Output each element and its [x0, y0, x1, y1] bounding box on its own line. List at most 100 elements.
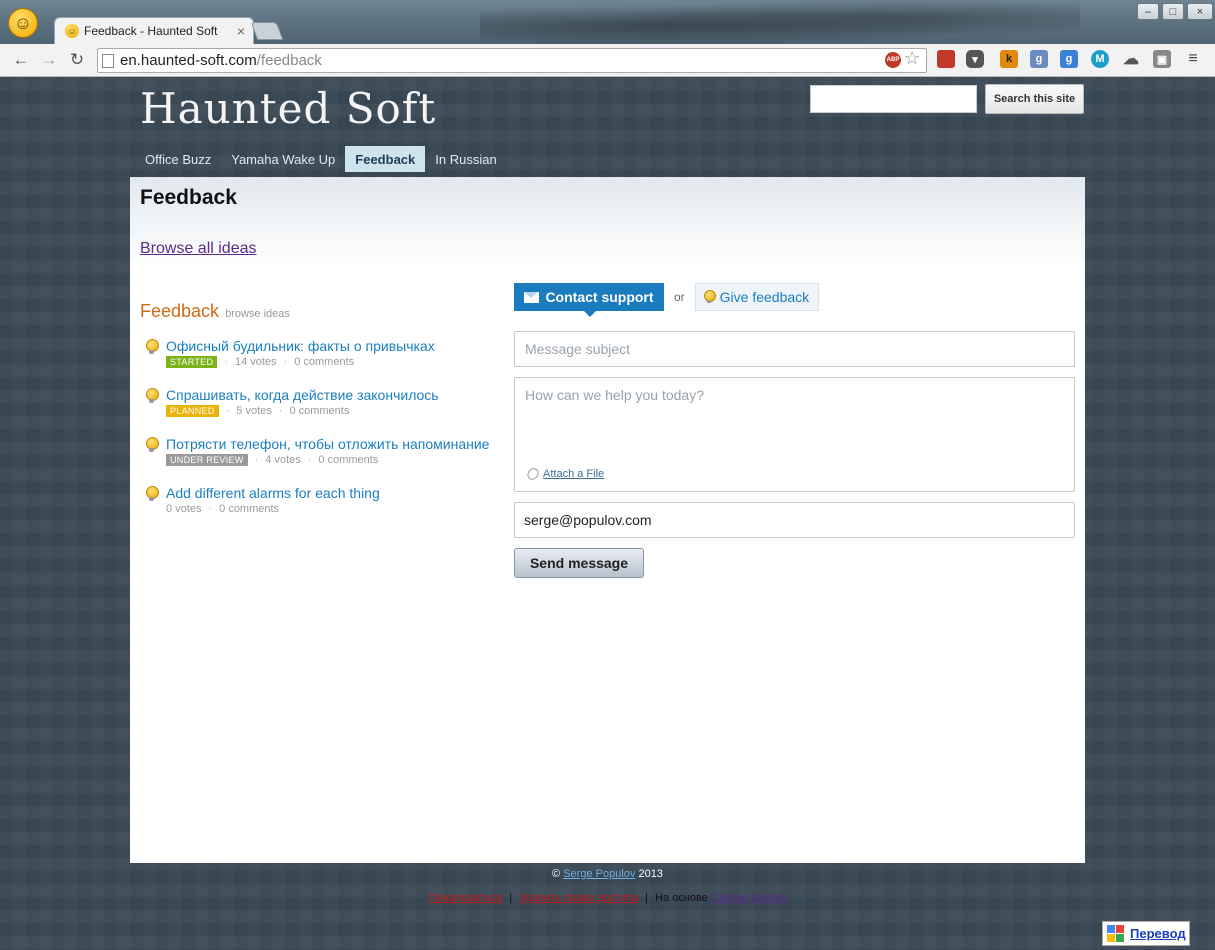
bookmark-red-icon[interactable] [937, 50, 955, 68]
nav-item-office-buzz[interactable]: Office Buzz [135, 146, 221, 172]
google-plus-icon[interactable]: g [1060, 50, 1078, 68]
nav-item-feedback[interactable]: Feedback [345, 146, 426, 172]
nav-item-yamaha-wake-up[interactable]: Yamaha Wake Up [221, 146, 345, 172]
footer-copyright: © Serge Populov 2013 [0, 868, 1215, 880]
g-icon[interactable]: g [1030, 50, 1048, 68]
separator-dot: · [254, 454, 259, 466]
separator-dot: · [307, 454, 312, 466]
idea-comments: 0 comments [289, 405, 350, 417]
page-title: Feedback [140, 186, 237, 209]
browser-toolbar: ← → ↻ en.haunted-soft.com/feedback ABP ☆… [0, 44, 1215, 77]
pocket-icon[interactable]: ▾ [966, 50, 984, 68]
site-search-input[interactable] [810, 85, 977, 113]
close-window-button[interactable]: × [1187, 3, 1213, 20]
author-link[interactable]: Serge Populov [563, 868, 635, 880]
feedback-widget-title[interactable]: Feedback [140, 301, 219, 322]
idea-votes: 5 votes [236, 405, 272, 417]
support-tabs: Contact support or Give feedback [514, 283, 820, 317]
tab-close-icon[interactable]: × [237, 23, 245, 39]
attach-file-link[interactable]: Attach a File [525, 466, 605, 482]
feedback-widget-header: Feedback browse ideas [140, 301, 290, 322]
attach-file-label: Attach a File [543, 468, 605, 480]
separator-dot: · [278, 405, 283, 417]
tab-contact-support-label: Contact support [545, 289, 654, 305]
idea-title-link[interactable]: Потрясти телефон, чтобы отложить напомин… [166, 436, 489, 452]
translate-widget[interactable]: Перевод [1102, 921, 1190, 946]
idea-title-link[interactable]: Офисный будильник: факты о привычках [166, 338, 435, 354]
separator-dot: · [225, 405, 230, 417]
copyright-year: 2013 [638, 868, 663, 880]
idea-meta: PLANNED · 5 votes · 0 comments [166, 405, 349, 417]
message-box: Attach a File [514, 377, 1075, 492]
m-icon[interactable]: M [1091, 50, 1109, 68]
lightbulb-icon [146, 388, 159, 403]
page-background: Haunted Soft Search this site Office Buz… [0, 78, 1215, 950]
send-message-button[interactable]: Send message [514, 548, 644, 578]
idea-comments: 0 comments [318, 454, 379, 466]
browser-tab-active[interactable]: ☺ Feedback - Haunted Soft × [54, 17, 254, 44]
tab-favicon-icon: ☺ [65, 24, 79, 38]
adblock-icon[interactable]: ABP [885, 52, 901, 68]
copyright-symbol: © [552, 868, 561, 880]
idea-meta: 0 votes · 0 comments [166, 503, 279, 515]
idea-votes: 0 votes [166, 503, 202, 515]
status-badge: UNDER REVIEW [166, 454, 248, 466]
footer-separator: | [509, 892, 513, 904]
idea-title-link[interactable]: Спрашивать, когда действие закончилось [166, 387, 439, 403]
tabs-or-label: or [674, 290, 685, 304]
idea-meta: UNDER REVIEW · 4 votes · 0 comments [166, 454, 378, 466]
url-path: /feedback [256, 52, 322, 69]
k-icon[interactable]: k [1000, 50, 1018, 68]
bookmark-star-icon[interactable]: ☆ [904, 48, 920, 69]
page-icon [102, 53, 114, 68]
lightbulb-icon [146, 486, 159, 501]
browse-ideas-link[interactable]: browse ideas [225, 308, 290, 320]
idea-votes: 4 votes [265, 454, 301, 466]
idea-comments: 0 comments [294, 356, 355, 368]
status-badge: PLANNED [166, 405, 219, 417]
address-bar[interactable]: en.haunted-soft.com/feedback [97, 48, 927, 73]
separator-dot: · [224, 356, 228, 368]
separator-dot: · [283, 356, 288, 368]
email-field[interactable] [514, 502, 1075, 538]
message-subject-input[interactable] [514, 331, 1075, 367]
forward-arrow-icon[interactable]: → [38, 49, 60, 71]
idea-title-link[interactable]: Add different alarms for each thing [166, 485, 380, 501]
gift-icon[interactable]: ▣ [1153, 50, 1171, 68]
site-logo[interactable]: Haunted Soft [140, 84, 436, 133]
menu-icon[interactable]: ≡ [1185, 50, 1201, 68]
idea-votes: 14 votes [234, 356, 277, 368]
main-nav: Office Buzz Yamaha Wake Up Feedback In R… [135, 146, 507, 172]
back-arrow-icon[interactable]: ← [10, 49, 32, 71]
powered-by-label: На основе [655, 892, 708, 904]
cloud-icon[interactable]: ☁ [1122, 50, 1140, 68]
lightbulb-icon [146, 339, 159, 354]
footer-links: Пожаловаться | Удалить право доступа | Н… [0, 892, 1215, 904]
translate-label: Перевод [1130, 926, 1186, 941]
browse-all-ideas-link[interactable]: Browse all ideas [140, 240, 257, 258]
lightbulb-icon [146, 437, 159, 452]
paperclip-icon [525, 466, 541, 482]
tab-title: Feedback - Haunted Soft [84, 24, 218, 38]
content-header-gradient [130, 177, 1085, 267]
tab-give-feedback[interactable]: Give feedback [694, 283, 820, 311]
idea-comments: 0 comments [219, 503, 280, 515]
status-badge: STARTED [166, 356, 218, 368]
tab-contact-support[interactable]: Contact support [514, 283, 664, 317]
footer-separator: | [645, 892, 649, 904]
report-abuse-link[interactable]: Пожаловаться [428, 892, 502, 904]
maximize-button[interactable]: □ [1162, 3, 1184, 20]
tab-give-feedback-label: Give feedback [719, 289, 810, 305]
search-site-button[interactable]: Search this site [985, 84, 1084, 114]
idea-meta: STARTED · 14 votes · 0 comments [166, 356, 354, 368]
browser-titlebar: ☺ ☺ Feedback - Haunted Soft × – □ × [0, 0, 1215, 44]
new-tab-button[interactable] [250, 22, 284, 40]
revoke-access-link[interactable]: Удалить право доступа [519, 892, 638, 904]
browser-profile-icon[interactable]: ☺ [8, 8, 38, 38]
nav-item-in-russian[interactable]: In Russian [425, 146, 506, 172]
minimize-button[interactable]: – [1137, 3, 1159, 20]
google-sites-link[interactable]: Сайтов Google [711, 892, 787, 904]
reload-icon[interactable]: ↻ [66, 49, 88, 71]
content-panel: Feedback Browse all ideas Feedback brows… [130, 177, 1085, 863]
message-textarea[interactable] [515, 378, 1074, 458]
